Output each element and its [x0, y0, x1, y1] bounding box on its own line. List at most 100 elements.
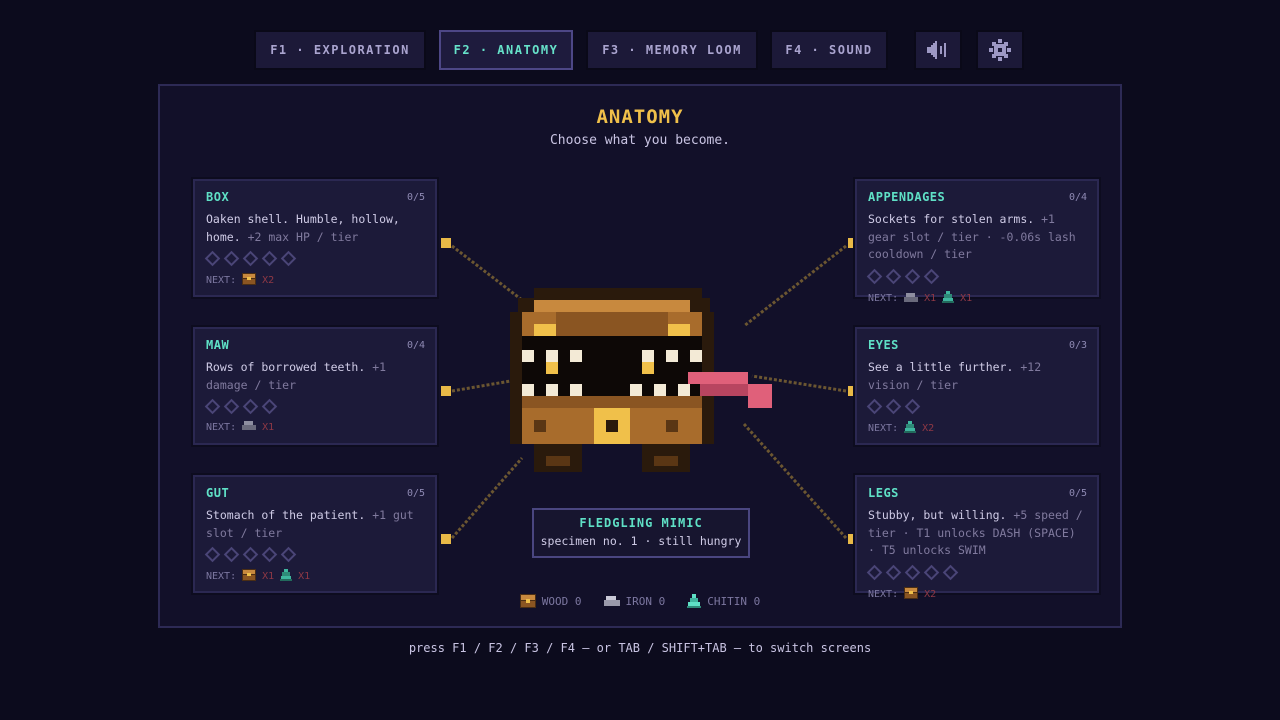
- tier-pips: [866, 268, 940, 285]
- tier-pips: [866, 564, 959, 581]
- tier-pip: [866, 398, 883, 415]
- tier-pip: [885, 564, 902, 581]
- tab-exploration[interactable]: F1 · EXPLORATION: [254, 30, 426, 70]
- settings-button[interactable]: [976, 30, 1024, 70]
- next-cost: NEXT: X2: [868, 421, 934, 436]
- part-card-eyes[interactable]: EYES 0/3 See a little further. +12 vision …: [853, 325, 1101, 447]
- tier-pip: [242, 546, 259, 563]
- tier-pip: [261, 546, 278, 563]
- cost-resource: [242, 421, 257, 433]
- part-name: BOX: [206, 190, 230, 204]
- cost-resource: [904, 421, 917, 436]
- resource-chitin: CHITIN 0: [687, 594, 760, 608]
- creature-name: FLEDGLING MIMIC: [579, 516, 703, 530]
- next-cost: NEXT: X1: [206, 421, 274, 433]
- iron-icon: [603, 596, 620, 606]
- part-flavor: Sockets for stolen arms.: [868, 212, 1035, 226]
- part-level: 0/5: [406, 488, 425, 499]
- tier-pip: [204, 546, 221, 563]
- part-flavor: See a little further.: [868, 360, 1014, 374]
- tier-pip: [923, 564, 940, 581]
- tier-pips: [866, 398, 921, 415]
- resource-bar: WOOD 0 IRON 0 CHITIN 0: [160, 594, 1120, 608]
- resource-iron-label: IRON 0: [625, 594, 666, 608]
- chitin-icon: [942, 291, 955, 303]
- wood-icon: [519, 594, 536, 608]
- chitin-icon: [904, 421, 917, 433]
- tier-pip: [885, 398, 902, 415]
- part-level: 0/4: [1068, 192, 1087, 203]
- mute-button[interactable]: [914, 30, 962, 70]
- part-name: GUT: [206, 486, 230, 500]
- resource-wood: WOOD 0: [519, 594, 582, 608]
- cost-amount: X1: [262, 571, 275, 582]
- part-card-legs[interactable]: LEGS 0/5 Stubby, but willing. +5 speed / t…: [853, 473, 1101, 600]
- part-card-appendages[interactable]: APPENDAGES 0/4 Sockets for stolen arms. +1…: [853, 177, 1101, 304]
- cost-resource: [242, 569, 257, 584]
- creature-caption: specimen no. 1 · still hungry: [540, 534, 742, 548]
- tier-pip: [204, 250, 221, 267]
- part-name: MAW: [206, 338, 230, 352]
- tier-pip: [204, 398, 221, 415]
- tier-pip: [942, 564, 959, 581]
- tier-pip: [904, 564, 921, 581]
- tier-pip: [261, 398, 278, 415]
- cost-resource: [904, 292, 919, 305]
- cost-resource: [242, 273, 257, 288]
- part-level: 0/5: [406, 192, 425, 203]
- tab-anatomy[interactable]: F2 · ANATOMY: [439, 30, 573, 70]
- tier-pip: [866, 564, 883, 581]
- next-cost: NEXT: X1 X1: [206, 569, 310, 584]
- connector-box: [441, 238, 451, 248]
- chitin-icon: [280, 569, 293, 581]
- tier-pip: [242, 398, 259, 415]
- tier-pip: [223, 250, 240, 267]
- tab-sound[interactable]: F4 · SOUND: [770, 30, 888, 70]
- part-level: 0/3: [1068, 340, 1087, 351]
- iron-icon: [904, 292, 919, 302]
- tier-pip: [866, 268, 883, 285]
- part-flavor: Rows of borrowed teeth.: [206, 360, 366, 374]
- next-cost: NEXT: X2: [206, 273, 274, 288]
- cost-amount: X2: [262, 275, 275, 286]
- next-label: NEXT:: [868, 423, 899, 434]
- wood-icon: [242, 569, 257, 581]
- part-effect: +2 max HP / tier: [247, 229, 359, 244]
- tier-pip: [242, 250, 259, 267]
- part-description: See a little further. +12 vision / tier: [868, 359, 1087, 394]
- tier-pip: [280, 546, 297, 563]
- cost-amount: X2: [922, 423, 935, 434]
- speaker-icon: [927, 41, 946, 59]
- next-label: NEXT:: [206, 421, 237, 433]
- cost-amount: X1: [924, 293, 937, 304]
- tier-pip: [223, 398, 240, 415]
- tier-pip: [280, 250, 297, 267]
- resource-chitin-label: CHITIN 0: [707, 594, 761, 608]
- part-card-box[interactable]: BOX 0/5 Oaken shell. Humble, hollow, home.…: [191, 177, 439, 299]
- part-description: Stomach of the patient. +1 gut slot / ti…: [206, 507, 425, 542]
- next-label: NEXT:: [206, 571, 237, 582]
- tab-memory-loom[interactable]: F3 · MEMORY LOOM: [586, 30, 758, 70]
- part-level: 0/4: [406, 340, 425, 351]
- part-name: EYES: [868, 338, 899, 352]
- next-label: NEXT:: [868, 293, 899, 304]
- part-card-gut[interactable]: GUT 0/5 Stomach of the patient. +1 gut slo…: [191, 473, 439, 595]
- cost-resource: [904, 587, 919, 602]
- part-card-maw[interactable]: MAW 0/4 Rows of borrowed teeth. +1 damage …: [191, 325, 439, 447]
- tier-pip: [904, 398, 921, 415]
- next-cost: NEXT: X2: [868, 587, 936, 602]
- cost-amount: X1: [960, 293, 973, 304]
- connector-maw: [441, 386, 451, 396]
- tier-pips: [204, 546, 297, 563]
- part-flavor: Stubby, but willing.: [868, 508, 1007, 522]
- tier-pips: [204, 250, 297, 267]
- creature-nameplate: FLEDGLING MIMIC specimen no. 1 · still h…: [532, 508, 750, 558]
- cost-amount: X2: [924, 589, 937, 600]
- controls-hint: press F1 / F2 / F3 / F4 — or TAB / SHIFT…: [408, 641, 872, 655]
- connector-gut: [441, 534, 451, 544]
- wood-icon: [904, 587, 919, 599]
- tier-pip: [923, 268, 940, 285]
- next-label: NEXT:: [868, 589, 899, 600]
- part-description: Sockets for stolen arms. +1 gear slot / …: [868, 211, 1087, 264]
- part-description: Oaken shell. Humble, hollow, home. +2 ma…: [206, 211, 425, 246]
